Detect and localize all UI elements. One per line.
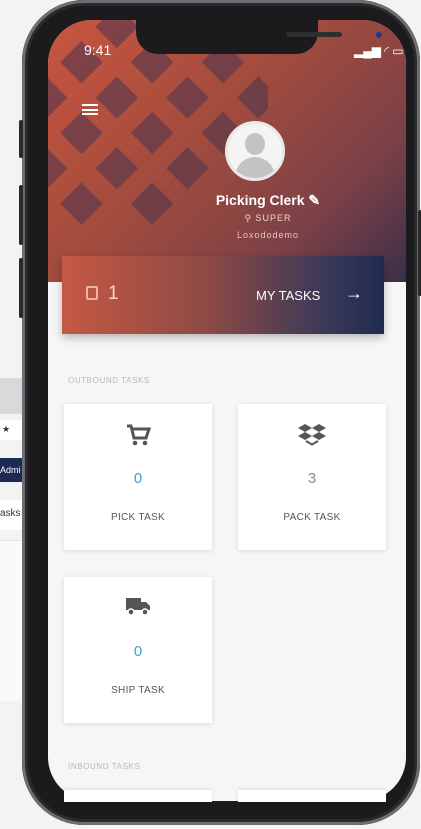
pack-task-card[interactable]: 3 PACK TASK — [238, 404, 386, 550]
pick-task-count: 0 — [133, 470, 143, 487]
inbound-section-title: INBOUND TASKS — [68, 762, 141, 771]
inbound-card-partial[interactable] — [238, 790, 386, 802]
phone-frame: 9:41 ▂▄▆ ◜ ▭ Picking Clerk ✎ ⚲ SUPER Lox… — [19, 0, 421, 825]
pack-task-label: PACK TASK — [283, 512, 341, 523]
speaker-grille — [286, 32, 342, 37]
avatar-head — [245, 133, 265, 155]
pick-task-label: PICK TASK — [110, 512, 165, 523]
ship-task-card[interactable]: 0 SHIP TASK — [64, 577, 212, 723]
phone-notch — [136, 20, 382, 54]
phone-volume-down-button — [19, 258, 23, 318]
avatar-body — [235, 157, 275, 178]
ship-task-count: 0 — [133, 643, 143, 660]
avatar[interactable] — [225, 121, 285, 181]
my-tasks-label: MY TASKS — [256, 288, 321, 303]
phone-mute-button — [19, 120, 23, 158]
user-company: Loxododemo — [236, 230, 300, 240]
truck-icon — [64, 595, 212, 622]
user-role: ⚲ SUPER — [244, 213, 292, 223]
user-name[interactable]: Picking Clerk ✎ — [188, 192, 348, 209]
hamburger-menu-icon[interactable] — [82, 104, 98, 115]
status-icons: ▂▄▆ ◜ ▭ — [354, 44, 404, 58]
status-time: 9:41 — [84, 42, 112, 58]
phone-volume-up-button — [19, 185, 23, 245]
clipboard-icon — [86, 286, 98, 300]
my-tasks-count: 1 — [108, 283, 119, 304]
cart-icon — [64, 422, 212, 453]
ship-task-label: SHIP TASK — [111, 685, 165, 696]
dropbox-icon — [238, 422, 386, 451]
inbound-card-partial[interactable] — [64, 790, 212, 802]
profile-header: 9:41 ▂▄▆ ◜ ▭ Picking Clerk ✎ ⚲ SUPER Lox… — [48, 20, 406, 282]
my-tasks-button[interactable]: 1 MY TASKS → — [62, 256, 384, 334]
pick-task-card[interactable]: 0 PICK TASK — [64, 404, 212, 550]
outbound-section-title: OUTBOUND TASKS — [68, 376, 150, 385]
camera-icon — [376, 32, 382, 38]
pack-task-count: 3 — [307, 470, 317, 487]
arrow-right-icon: → — [345, 283, 363, 303]
